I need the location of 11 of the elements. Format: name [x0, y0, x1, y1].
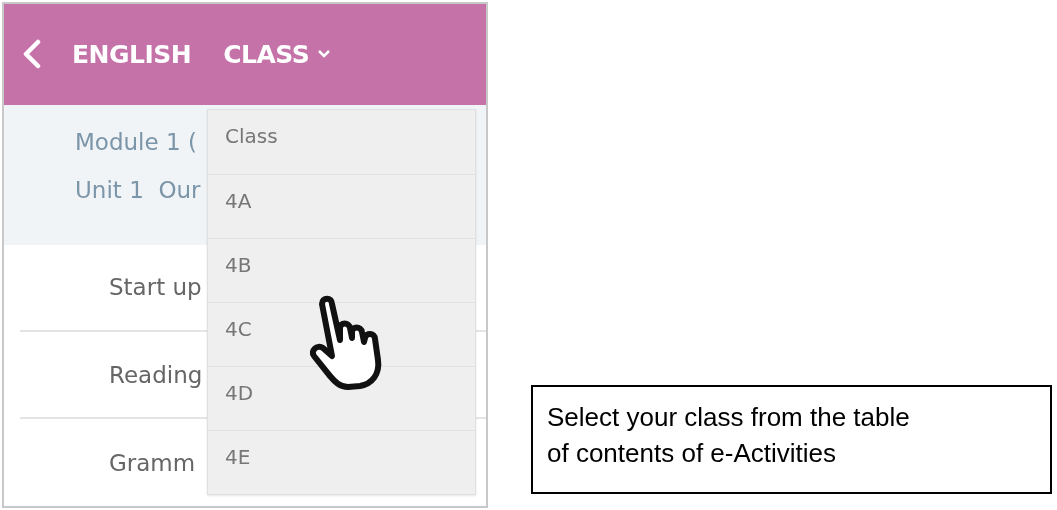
lesson-item[interactable]: Start up — [109, 274, 202, 301]
chevron-down-icon — [317, 49, 332, 60]
subject-title: ENGLISH — [72, 39, 192, 69]
lesson-item[interactable]: Reading — [109, 361, 203, 388]
class-option[interactable]: Class — [208, 110, 475, 174]
class-option[interactable]: 4A — [208, 174, 475, 238]
lesson-item[interactable]: Gramm — [109, 449, 196, 476]
class-option[interactable]: 4E — [208, 430, 475, 494]
class-dropdown[interactable]: CLASS — [223, 39, 332, 69]
back-icon[interactable] — [22, 39, 42, 70]
instruction-note: Select your class from the table of contents of e-Activities — [531, 385, 1052, 494]
